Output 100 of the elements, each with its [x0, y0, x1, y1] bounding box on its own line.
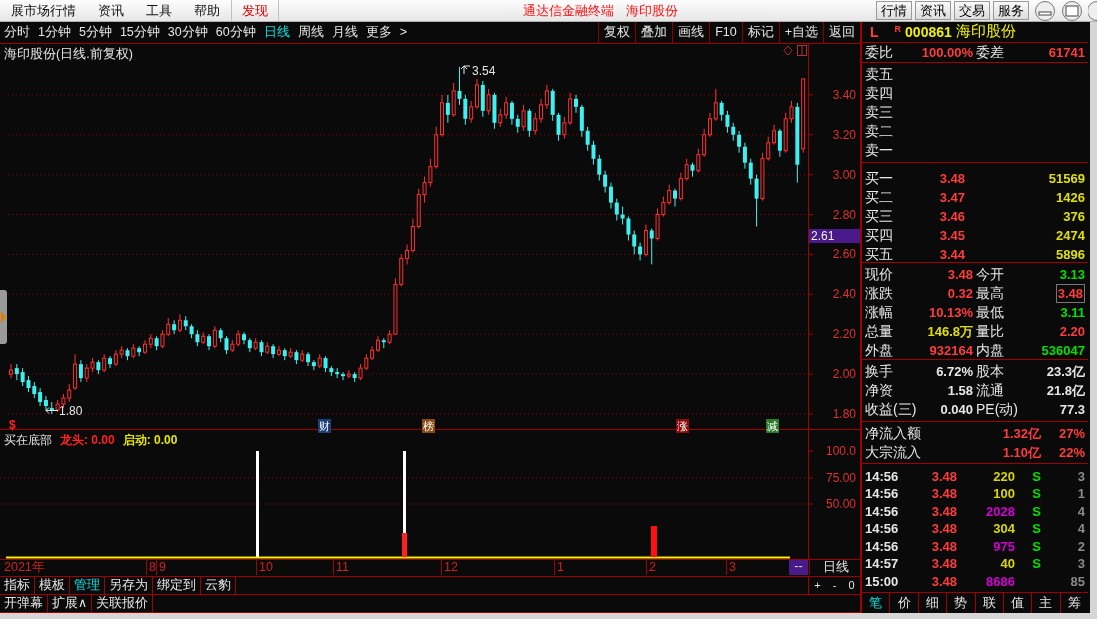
tick-price: 3.48 [930, 555, 957, 573]
panel-icon[interactable] [797, 45, 807, 56]
bid-price: 3.47 [938, 188, 965, 207]
quote-value: 3.48 [946, 265, 973, 284]
dividend-marker: $ [9, 418, 16, 432]
period-tab[interactable]: 1分钟 [34, 22, 75, 43]
tick-price: 3.48 [930, 467, 957, 485]
nav-button[interactable]: 资讯 [915, 1, 951, 20]
quote-label: 今开 [975, 264, 1005, 284]
panel-tab[interactable]: 笔 [862, 593, 891, 613]
indicator-tab[interactable]: 云豹 [201, 577, 236, 594]
chart-button[interactable]: F10 [709, 22, 742, 43]
chart-button[interactable]: 叠加 [635, 22, 673, 43]
chart-title: 海印股份(日线.前复权) [4, 46, 133, 63]
ask-label: 卖五 [865, 64, 894, 84]
ask-label: 卖二 [865, 121, 894, 141]
zoom-button[interactable]: - [826, 577, 843, 594]
quote-value: 536047 [1040, 341, 1085, 360]
indicator-tab[interactable]: 另存为 [105, 577, 153, 594]
bid-label: 买四 [865, 225, 894, 245]
panel-tab[interactable]: 主 [1032, 593, 1061, 613]
panel-tab[interactable]: 联 [975, 593, 1004, 613]
panel-tab[interactable]: 价 [890, 593, 919, 613]
menu-item[interactable]: 帮助 [183, 0, 231, 21]
tick-count: 2 [1076, 537, 1085, 555]
bid-price: 3.44 [938, 245, 965, 264]
chart-button[interactable]: 返回 [823, 22, 860, 43]
period-tab[interactable]: 更多 [361, 22, 396, 43]
chart-button[interactable]: 标记 [741, 22, 779, 43]
period-tab[interactable]: 15分钟 [115, 22, 164, 43]
indicator-tab[interactable]: 指标 [0, 577, 35, 594]
high-label: 3.54 [472, 64, 496, 78]
chart-button[interactable]: +自选 [778, 22, 823, 43]
chart-button[interactable]: 画线 [672, 22, 710, 43]
panel-tab[interactable]: 势 [947, 593, 976, 613]
panel-tab[interactable]: 细 [918, 593, 948, 613]
panel-tab[interactable]: 值 [1003, 593, 1033, 613]
quote-value: 100.00% [920, 43, 973, 62]
menu-item[interactable]: 展市场行情 [0, 0, 87, 21]
tick-volume: 975 [992, 537, 1015, 555]
maximize-button[interactable] [1061, 0, 1083, 21]
bid-price: 3.48 [938, 169, 965, 188]
quote-label: 最高 [975, 283, 1005, 303]
toolbar-button[interactable]: 扩展∧ [48, 595, 93, 612]
quote-value: 932164 [928, 341, 973, 360]
panel-tab[interactable]: 筹 [1060, 593, 1088, 613]
event-badge[interactable]: 减 [766, 419, 779, 433]
nav-button[interactable]: 交易 [954, 1, 990, 20]
zoom-button[interactable]: + [809, 577, 826, 594]
minimize-button[interactable] [1034, 0, 1056, 21]
chart-button[interactable]: 复权 [598, 22, 636, 43]
period-tab[interactable]: 30分钟 [163, 22, 212, 43]
menu-item[interactable]: 发现 [231, 0, 279, 21]
event-badge[interactable]: 财 [318, 419, 331, 433]
period-tab[interactable]: 5分钟 [74, 22, 116, 43]
tick-side: S [1031, 555, 1041, 573]
toolbar-button[interactable]: 关联报价 [92, 595, 154, 612]
bid-price: 3.46 [938, 207, 965, 226]
low-label: 1.80 [59, 404, 83, 418]
period-tab[interactable]: 周线 [293, 22, 328, 43]
period-tab[interactable]: 分时 [0, 22, 34, 43]
quote-label: 内盘 [975, 340, 1005, 360]
toolbar-button[interactable]: 开弹幕 [0, 595, 48, 612]
event-badge[interactable]: 榜 [422, 419, 435, 433]
quote-label: PE(动) [975, 399, 1019, 419]
close-button[interactable] [1088, 0, 1097, 21]
collapse-handle[interactable] [0, 290, 7, 344]
indicator-tab[interactable]: 管理 [70, 577, 105, 594]
axis-label: 2.00 [832, 367, 856, 382]
quote-value: 23.3亿 [1045, 362, 1085, 381]
quote-label: 量比 [975, 321, 1005, 341]
indicator-name: 买在底部 [4, 432, 52, 449]
indicator-tab[interactable]: 模板 [35, 577, 70, 594]
menu-item[interactable]: 工具 [135, 0, 183, 21]
flow-value: 1.10亿 [1001, 443, 1041, 462]
tick-price: 3.48 [930, 502, 957, 520]
indicator-tab[interactable]: 绑定到 [153, 577, 201, 594]
flag-label: R [894, 24, 902, 34]
event-badge[interactable]: 涨 [676, 419, 689, 433]
zoom-button[interactable]: 0 [843, 577, 860, 594]
tick-price: 3.48 [930, 537, 957, 555]
tick-side: S [1031, 502, 1041, 520]
quote-label: 涨幅 [865, 302, 894, 322]
axis-label: 1.80 [832, 407, 856, 421]
period-tab[interactable]: > [395, 22, 411, 43]
nav-button[interactable]: 行情 [876, 1, 912, 20]
date-label: 11 [333, 560, 349, 575]
tick-time: 14:56 [865, 537, 900, 555]
menu-item[interactable]: 资讯 [87, 0, 135, 21]
quote-label: 流通 [975, 380, 1005, 400]
period-tab[interactable]: 月线 [327, 22, 362, 43]
period-tab[interactable]: 60分钟 [211, 22, 260, 43]
quote-value: 61741 [1047, 43, 1085, 62]
axis-label: 50.00 [825, 497, 856, 511]
diamond-icon[interactable] [783, 45, 793, 56]
nav-button[interactable]: 服务 [993, 1, 1029, 20]
period-tab[interactable]: 日线 [259, 22, 294, 43]
tick-price: 3.48 [930, 485, 957, 503]
quote-value: 77.3 [1058, 400, 1085, 419]
tick-volume: 2028 [985, 502, 1015, 520]
